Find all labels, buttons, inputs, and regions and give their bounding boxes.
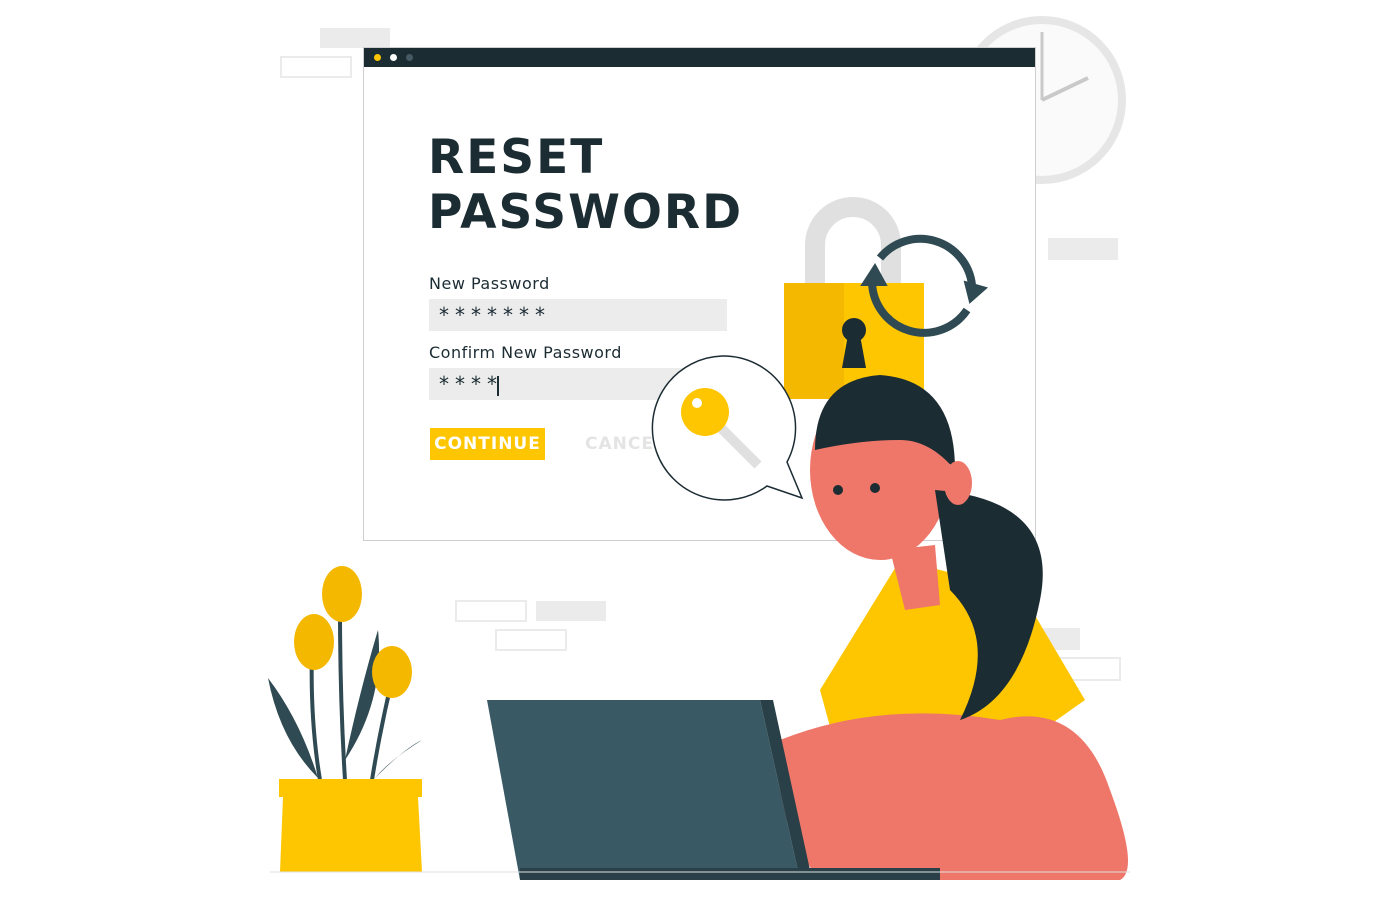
window-dot[interactable]: [406, 54, 413, 61]
cancel-button[interactable]: CANCEL: [585, 428, 666, 460]
page-title: RESET PASSWORD: [428, 130, 743, 240]
text-caret: [497, 375, 499, 396]
title-line: PASSWORD: [428, 185, 744, 240]
title-line: RESET: [428, 130, 605, 185]
continue-button[interactable]: CONTINUE: [430, 428, 545, 460]
reset-password-window: RESET PASSWORD New Password ******* Conf…: [363, 47, 1036, 541]
confirm-password-value: ****: [439, 372, 503, 396]
confirm-password-label: Confirm New Password: [429, 343, 622, 362]
window-dot[interactable]: [374, 54, 381, 61]
window-dot[interactable]: [390, 54, 397, 61]
new-password-label: New Password: [429, 274, 550, 293]
title-bar: [364, 48, 1035, 67]
new-password-value: *******: [439, 303, 551, 327]
confirm-password-input[interactable]: ****: [429, 368, 727, 400]
new-password-input[interactable]: *******: [429, 299, 727, 331]
